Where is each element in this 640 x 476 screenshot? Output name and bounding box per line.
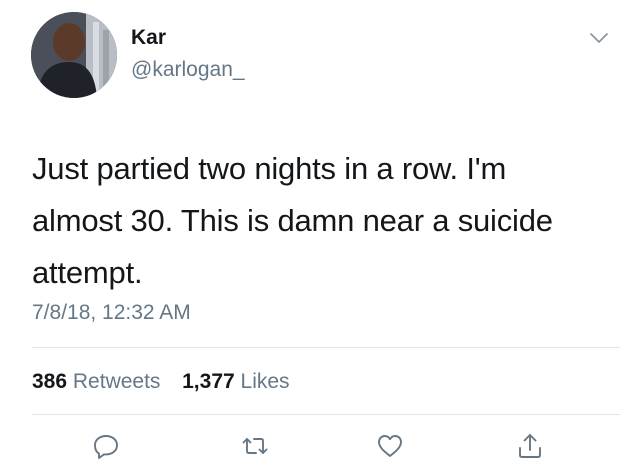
likes-count[interactable]: 1,377 bbox=[182, 370, 235, 393]
like-button[interactable] bbox=[374, 430, 406, 462]
divider bbox=[32, 414, 620, 415]
share-icon bbox=[519, 434, 541, 458]
avatar[interactable] bbox=[31, 12, 117, 98]
tweet-timestamp[interactable]: 7/8/18, 12:32 AM bbox=[32, 301, 191, 325]
reply-icon bbox=[94, 435, 118, 459]
tweet-stats: 386 Retweets 1,377 Likes bbox=[32, 370, 290, 394]
share-button[interactable] bbox=[514, 430, 546, 462]
retweet-button[interactable] bbox=[239, 430, 271, 462]
user-name[interactable]: Kar bbox=[131, 26, 166, 50]
divider bbox=[32, 347, 620, 348]
user-handle[interactable]: @karlogan_ bbox=[131, 58, 245, 82]
tweet-text: Just partied two nights in a row. I'm al… bbox=[32, 143, 612, 299]
retweets-label[interactable]: Retweets bbox=[73, 370, 161, 393]
reply-button[interactable] bbox=[90, 430, 122, 462]
like-icon bbox=[378, 435, 402, 457]
retweet-icon bbox=[242, 438, 268, 454]
likes-label[interactable]: Likes bbox=[241, 370, 290, 393]
tweet-text-line: almost 30. This is damn near a suicide bbox=[32, 203, 553, 238]
retweets-count[interactable]: 386 bbox=[32, 370, 67, 393]
tweet-text-line: Just partied two nights in a row. I'm bbox=[32, 151, 507, 186]
tweet-text-line: attempt. bbox=[32, 255, 143, 290]
chevron-down-icon[interactable] bbox=[589, 31, 609, 45]
